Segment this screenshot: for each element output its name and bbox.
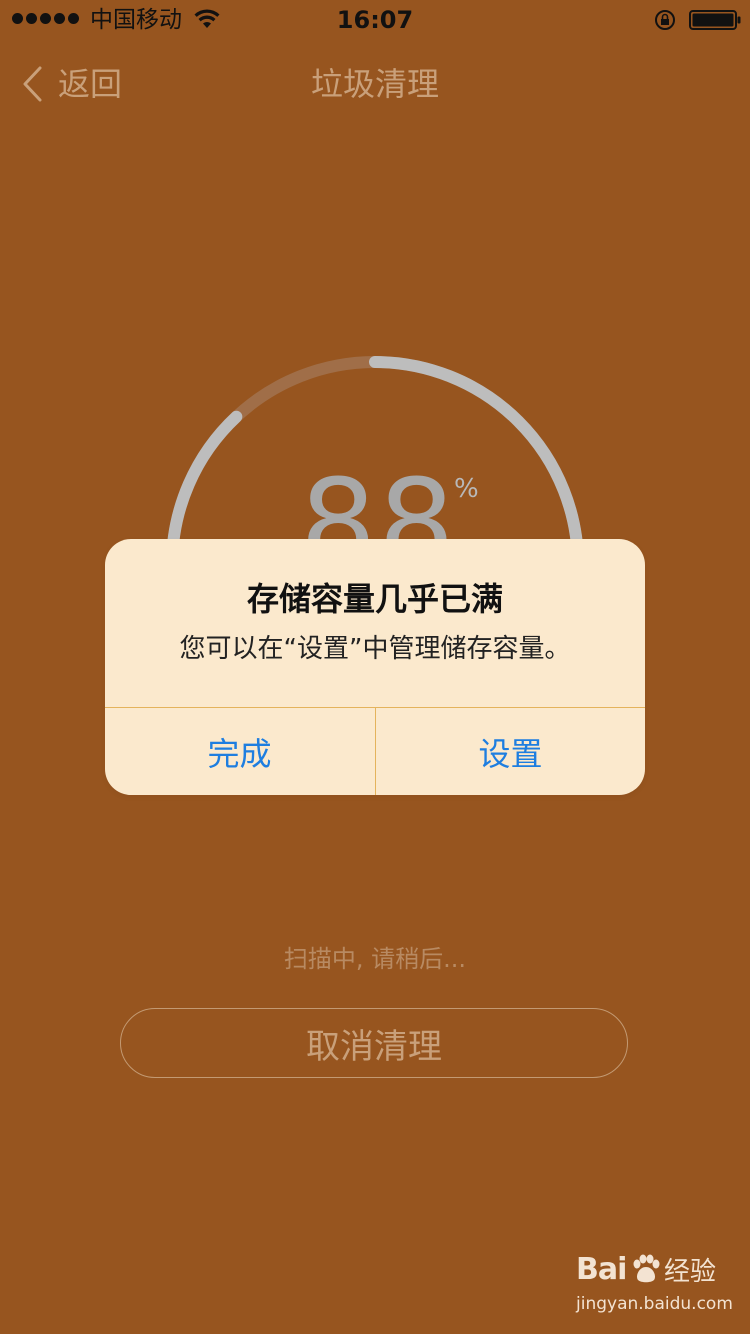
settings-button[interactable]: 设置 (376, 708, 645, 795)
watermark-url: jingyan.baidu.com (576, 1294, 733, 1314)
cancel-cleanup-button[interactable]: 取消清理 (120, 1008, 628, 1078)
navigation-bar: 返回 垃圾清理 (0, 40, 750, 128)
baidu-jingyan-watermark: Bai 经验 jingyan.baidu.com (572, 1252, 733, 1318)
scan-status-text: 扫描中, 请稍后... (283, 945, 467, 973)
screen: 中国移动 16:07 返回 垃圾清理 88 % 存储容量几乎已满 完成 设置 您… (0, 0, 750, 1334)
paw-icon (633, 1254, 660, 1283)
status-time: 16:07 (336, 6, 414, 34)
rotation-lock-icon (655, 10, 675, 30)
watermark-brand-text: 经验 (664, 1257, 717, 1287)
done-button[interactable]: 完成 (105, 708, 374, 795)
alert-title: 存储容量几乎已满 (246, 580, 503, 618)
battery-icon (689, 10, 741, 30)
storage-full-alert: 存储容量几乎已满 完成 设置 (105, 539, 645, 795)
status-bar: 中国移动 16:07 (0, 0, 750, 40)
watermark-logo-text: Bai (576, 1252, 627, 1287)
alert-message: 您可以在“设置”中管理储存容量。 (179, 634, 571, 664)
page-title: 垃圾清理 (310, 65, 439, 103)
progress-percent-symbol: % (454, 474, 479, 504)
